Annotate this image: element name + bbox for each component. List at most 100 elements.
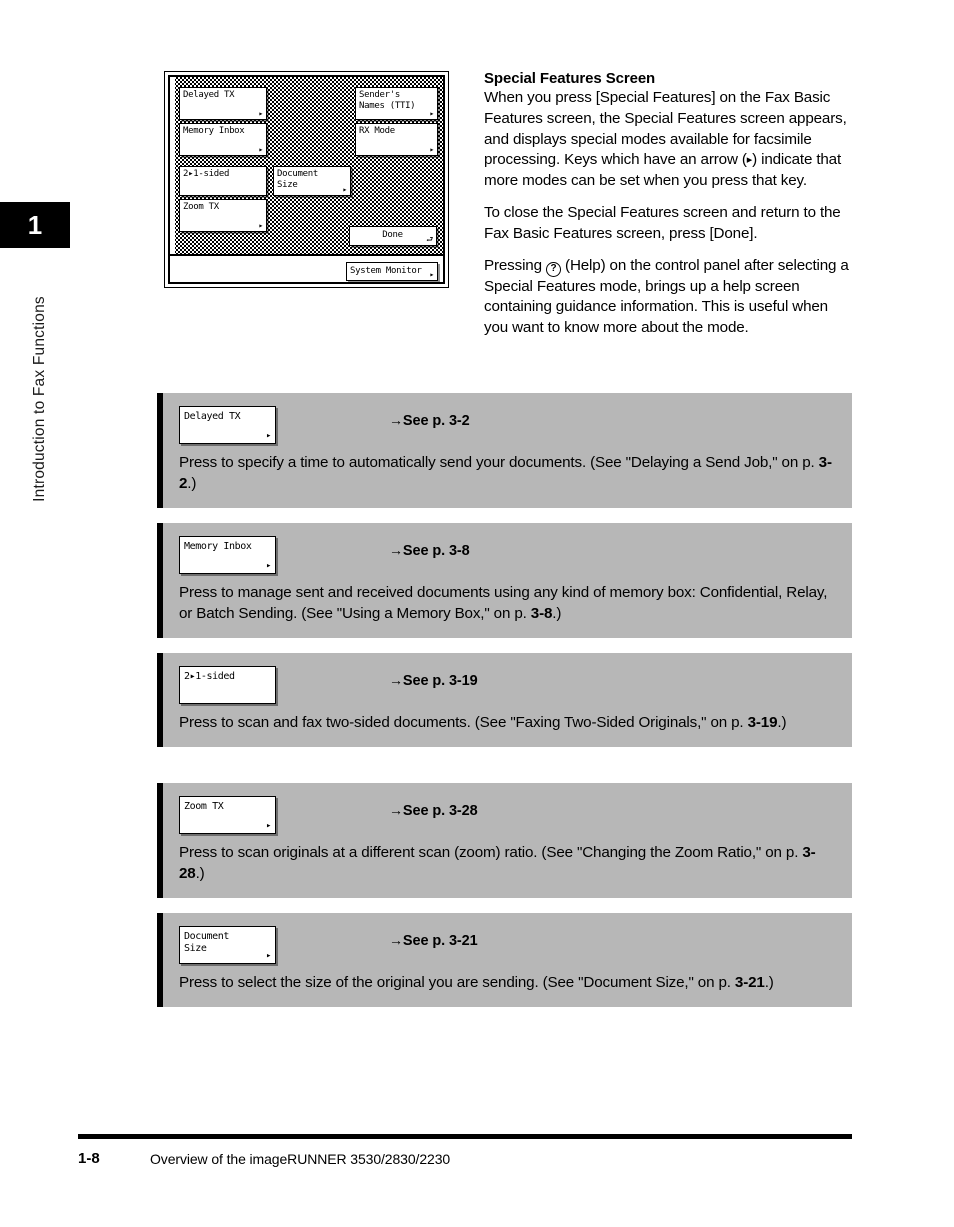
section-body: Special Features Screen When you press […: [484, 70, 856, 350]
chevron-right-icon: ▸: [429, 270, 434, 279]
callout-page-reference: →See p. 3-19: [389, 672, 478, 689]
callout-header: Zoom TX ▸ →See p. 3-28: [179, 796, 836, 842]
lcd-left-margin: [170, 77, 175, 254]
arrow-right-icon: →: [389, 932, 403, 948]
callout-header: 2▸1-sided →See p. 3-19: [179, 666, 836, 712]
footer-page-number: 1-8: [78, 1150, 100, 1167]
callout-description: Press to scan originals at a different s…: [179, 842, 836, 884]
arrow-right-icon: →: [389, 412, 403, 428]
callout-key-label-line1: Memory Inbox: [184, 541, 252, 552]
lcd-key-label: 2▸1-sided: [183, 169, 230, 179]
chevron-right-icon: ▸: [429, 109, 434, 118]
arrow-right-icon: →: [389, 542, 403, 558]
callout-key-label-line1: Zoom TX: [184, 801, 224, 812]
callout-ref-text: See p. 3-2: [402, 413, 470, 429]
enter-return-icon: ⮐: [426, 235, 433, 244]
chevron-right-icon: ▸: [265, 821, 271, 831]
lcd-key-memory-inbox[interactable]: Memory Inbox ▸: [179, 123, 267, 156]
help-icon: ?: [545, 261, 561, 277]
callout-body-b: .): [552, 605, 562, 622]
lcd-key-zoom-tx[interactable]: Zoom TX ▸: [179, 199, 267, 232]
lcd-key-label: System Monitor: [350, 266, 422, 276]
footer-rule: [78, 1134, 852, 1139]
callout-key-button[interactable]: Delayed TX ▸: [179, 406, 276, 444]
callout-description: Press to scan and fax two-sided document…: [179, 712, 836, 733]
chevron-right-icon: ▸: [265, 951, 271, 961]
callout-key-label-line2: Size: [184, 943, 207, 954]
callout-key-button[interactable]: Zoom TX ▸: [179, 796, 276, 834]
chevron-right-icon: ▸: [258, 109, 263, 118]
callout-body-b: .): [195, 865, 205, 882]
callout-key-label-line1: Document: [184, 931, 229, 942]
callout-delayed-tx: Delayed TX ▸ →See p. 3-2 Press to specif…: [157, 393, 852, 508]
lcd-screen-area: Delayed TX ▸ Memory Inbox ▸ 2▸1-sided Zo…: [170, 77, 443, 256]
lcd-key-2-to-1-sided[interactable]: 2▸1-sided: [179, 166, 267, 196]
chevron-right-icon: ▸: [342, 185, 347, 194]
arrow-right-icon: →: [389, 672, 403, 688]
callout-header: Memory Inbox ▸ →See p. 3-8: [179, 536, 836, 582]
special-features-screen-figure: Delayed TX ▸ Memory Inbox ▸ 2▸1-sided Zo…: [164, 71, 449, 288]
callout-key-label-line1: Delayed TX: [184, 411, 241, 422]
callout-description: Press to specify a time to automatically…: [179, 452, 836, 494]
callout-body-a: Press to scan and fax two-sided document…: [179, 714, 748, 731]
callout-ref-text: See p. 3-28: [402, 803, 478, 819]
lcd-status-bar: System Monitor ▸: [170, 258, 443, 282]
callout-body-a: Press to scan originals at a different s…: [179, 844, 803, 861]
callout-body-a: Press to select the size of the original…: [179, 974, 735, 991]
chevron-right-icon: ▸: [265, 561, 271, 571]
lcd-key-label: Zoom TX: [183, 202, 219, 212]
callout-page-reference: →See p. 3-28: [389, 802, 478, 819]
callout-body-page: 3-21: [734, 974, 765, 991]
callout-body-b: .): [187, 475, 197, 492]
callout-body-page: 3-8: [530, 605, 553, 622]
chapter-title-vertical: Introduction to Fax Functions: [31, 296, 48, 502]
arrow-right-icon: →: [389, 802, 403, 818]
callout-header: Document Size ▸ →See p. 3-21: [179, 926, 836, 972]
footer-title: Overview of the imageRUNNER 3530/2830/22…: [150, 1151, 451, 1167]
callout-memory-inbox: Memory Inbox ▸ →See p. 3-8 Press to mana…: [157, 523, 852, 638]
paragraph-3-text-a: Pressing: [484, 256, 546, 274]
callout-key-button[interactable]: Document Size ▸: [179, 926, 276, 964]
callout-body-page: 3-19: [747, 714, 778, 731]
callout-description: Press to manage sent and received docume…: [179, 582, 836, 624]
callout-page-reference: →See p. 3-2: [389, 412, 470, 429]
callout-document-size: Document Size ▸ →See p. 3-21 Press to se…: [157, 913, 852, 1007]
lcd-key-label-line2: Names (TTI): [359, 101, 416, 111]
section-paragraph-1: When you press [Special Features] on the…: [484, 88, 856, 192]
callout-description: Press to select the size of the original…: [179, 972, 836, 993]
callout-key-button[interactable]: Memory Inbox ▸: [179, 536, 276, 574]
callout-body-a: Press to specify a time to automatically…: [179, 454, 819, 471]
lcd-key-document-size[interactable]: Document Size ▸: [273, 166, 351, 196]
chevron-right-icon: ▸: [258, 221, 263, 230]
lcd-frame: Delayed TX ▸ Memory Inbox ▸ 2▸1-sided Zo…: [168, 75, 445, 284]
lcd-key-senders-names[interactable]: Sender's Names (TTI) ▸: [355, 87, 438, 120]
lcd-key-label: RX Mode: [359, 126, 395, 136]
lcd-key-rx-mode[interactable]: RX Mode ▸: [355, 123, 438, 156]
callout-header: Delayed TX ▸ →See p. 3-2: [179, 406, 836, 452]
lcd-key-done[interactable]: Done ⮐: [349, 226, 437, 246]
callout-page-reference: →See p. 3-8: [389, 542, 470, 559]
callout-zoom-tx: Zoom TX ▸ →See p. 3-28 Press to scan ori…: [157, 783, 852, 898]
callout-key-label-line1: 2▸1-sided: [184, 671, 235, 682]
chevron-right-icon: ▸: [258, 145, 263, 154]
chevron-right-icon: ▸: [429, 145, 434, 154]
lcd-key-label: Memory Inbox: [183, 126, 245, 136]
callout-key-button[interactable]: 2▸1-sided: [179, 666, 276, 704]
lcd-key-label: Done: [382, 230, 403, 240]
callout-body-a: Press to manage sent and received docume…: [179, 584, 828, 622]
lcd-key-label-line1: Sender's: [359, 90, 400, 100]
callout-2-to-1-sided: 2▸1-sided →See p. 3-19 Press to scan and…: [157, 653, 852, 747]
callout-page-reference: →See p. 3-21: [389, 932, 478, 949]
lcd-key-label-line2: Size: [277, 180, 298, 190]
callout-body-b: .): [777, 714, 787, 731]
callout-ref-text: See p. 3-21: [402, 933, 478, 949]
lcd-key-delayed-tx[interactable]: Delayed TX ▸: [179, 87, 267, 120]
lcd-key-system-monitor[interactable]: System Monitor ▸: [346, 262, 438, 281]
lcd-key-label-line1: Document: [277, 169, 318, 179]
section-paragraph-3: Pressing ? (Help) on the control panel a…: [484, 256, 856, 339]
lcd-key-label: Delayed TX: [183, 90, 235, 100]
callout-ref-text: See p. 3-8: [402, 543, 470, 559]
callout-body-b: .): [764, 974, 774, 991]
chevron-right-icon: ▸: [265, 431, 271, 441]
section-heading: Special Features Screen: [484, 70, 656, 87]
